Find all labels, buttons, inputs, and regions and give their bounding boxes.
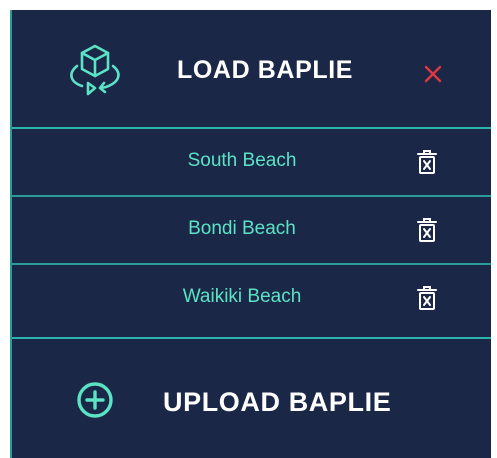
panel-header: LOAD BAPLIE bbox=[12, 10, 491, 129]
file-name[interactable]: South Beach bbox=[12, 150, 472, 172]
list-item[interactable]: South Beach bbox=[12, 129, 491, 197]
close-icon[interactable] bbox=[420, 61, 446, 87]
trash-icon[interactable] bbox=[416, 149, 438, 175]
file-name[interactable]: Waikiki Beach bbox=[12, 286, 472, 308]
upload-label: UPLOAD BAPLIE bbox=[163, 387, 392, 417]
load-baplie-panel: LOAD BAPLIE South Beach Bondi Beach Waik… bbox=[10, 10, 491, 458]
trash-icon[interactable] bbox=[416, 217, 438, 243]
plus-circle-icon bbox=[77, 382, 113, 418]
list-item[interactable]: Bondi Beach bbox=[12, 197, 491, 265]
panel-title: LOAD BAPLIE bbox=[177, 56, 354, 84]
cube-rotate-icon bbox=[70, 44, 120, 96]
file-name[interactable]: Bondi Beach bbox=[12, 218, 472, 240]
upload-baplie-button[interactable]: UPLOAD BAPLIE bbox=[12, 337, 491, 458]
trash-icon[interactable] bbox=[416, 285, 438, 311]
list-item[interactable]: Waikiki Beach bbox=[12, 265, 491, 337]
